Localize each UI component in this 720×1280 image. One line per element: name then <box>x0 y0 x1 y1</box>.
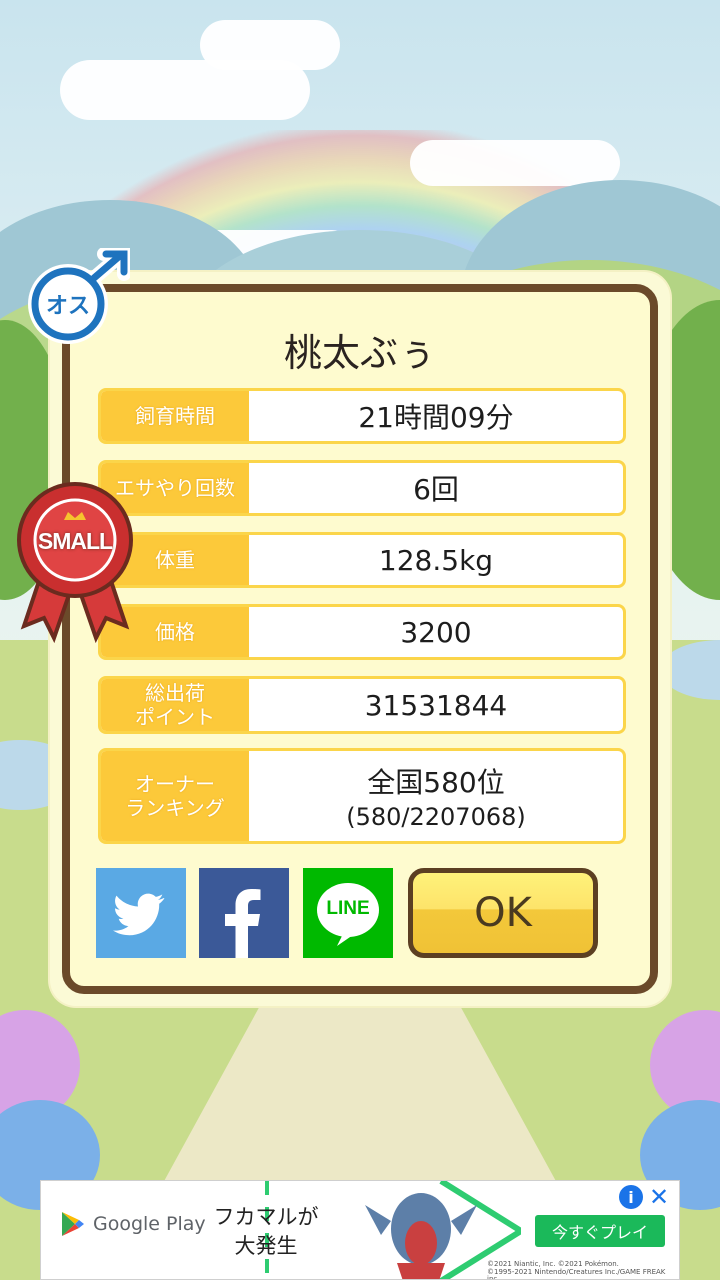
twitter-share-button[interactable] <box>96 868 186 958</box>
ad-copyright: ©2021 Niantic, Inc. ©2021 Pokémon. ©1995… <box>487 1260 666 1280</box>
size-ribbon-badge: SMALL <box>14 476 136 646</box>
play-now-button[interactable]: 今すぐプレイ <box>535 1215 665 1247</box>
stat-value: 全国580位 (580/2207068) <box>346 766 526 831</box>
pig-name: 桃太ぶぅ <box>283 331 436 375</box>
ribbon-rosette-icon <box>17 482 133 644</box>
facebook-f-icon <box>225 889 261 958</box>
line-share-button[interactable]: LINE <box>303 868 393 958</box>
cloud <box>410 140 620 186</box>
stat-value: 21時間09分 <box>358 401 514 434</box>
twitter-bird-icon <box>113 893 165 936</box>
stat-row-weight: 体重 128.5kg <box>98 532 626 588</box>
stat-value: 6回 <box>413 473 459 506</box>
stat-row-total-points: 総出荷 ポイント 31531844 <box>98 676 626 734</box>
ad-headline: フカマルが 大発生 <box>213 1205 319 1259</box>
ad-info-icon[interactable]: i <box>619 1185 643 1209</box>
google-play-icon <box>62 1212 84 1236</box>
ad-banner[interactable]: Google Play フカマルが 大発生 今すぐプレイ ©2021 Niant… <box>40 1180 680 1280</box>
ranking-detail: (580/2207068) <box>346 803 526 831</box>
stat-row-owner-ranking: オーナー ランキング 全国580位 (580/2207068) <box>98 748 626 844</box>
stat-value: 3200 <box>400 615 472 649</box>
stat-value: 128.5kg <box>378 543 494 577</box>
google-play-logo: Google Play <box>61 1211 206 1237</box>
stat-row-feeding-time: 飼育時間 21時間09分 <box>98 388 626 444</box>
stat-label: 総出荷 ポイント <box>101 679 249 731</box>
facebook-share-button[interactable] <box>199 868 289 958</box>
stat-value: 31531844 <box>364 688 508 722</box>
stat-row-price: 価格 3200 <box>98 604 626 660</box>
cloud <box>200 20 340 70</box>
ad-close-icon[interactable]: ✕ <box>649 1183 669 1211</box>
line-label: LINE <box>326 898 370 919</box>
size-label: SMALL <box>37 528 113 554</box>
male-gender-badge: オス <box>24 247 131 348</box>
stat-row-feed-count: エサやり回数 6回 <box>98 460 626 516</box>
stat-label: オーナー ランキング <box>101 751 249 841</box>
store-label: Google Play <box>93 1213 206 1235</box>
ok-button[interactable]: OK <box>408 868 598 958</box>
pig-result-panel: 桃太ぶぅ 飼育時間 21時間09分 エサやり回数 6回 体重 128.5kg 価… <box>62 284 658 994</box>
gender-label: オス <box>45 294 90 319</box>
stat-label: 飼育時間 <box>101 391 249 441</box>
